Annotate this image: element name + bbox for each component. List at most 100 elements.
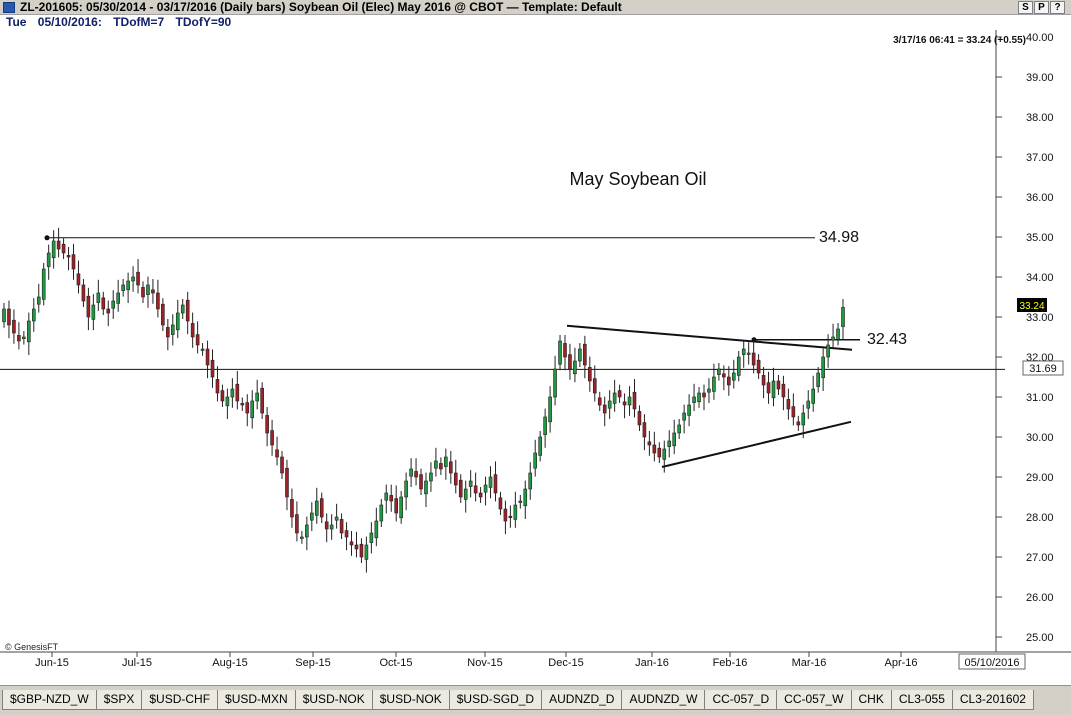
candle-body <box>806 400 811 409</box>
candle-body <box>573 360 577 375</box>
symbol-tab[interactable]: CL3-201602 <box>951 690 1034 710</box>
candle-body <box>771 380 776 399</box>
symbol-tab[interactable]: CHK <box>850 690 892 710</box>
candle-body <box>22 336 26 339</box>
candle-body <box>622 401 627 406</box>
price-chart[interactable]: 25.0026.0027.0028.0029.0030.0031.0032.00… <box>0 30 1071 685</box>
info-tdy: TDofY=90 <box>175 15 232 29</box>
candle-body <box>190 323 195 338</box>
candle-body <box>86 295 91 318</box>
y-tick-label: 34.00 <box>1026 272 1054 284</box>
symbol-tab[interactable]: $SPX <box>95 690 143 710</box>
candle-body <box>51 240 56 259</box>
candle-body <box>722 373 726 378</box>
candle-body <box>553 368 557 398</box>
help-button[interactable]: ? <box>1050 1 1065 14</box>
candle-body <box>647 441 652 446</box>
candle-body <box>741 348 746 355</box>
candle-body <box>220 390 225 402</box>
y-tick-label: 36.00 <box>1026 192 1054 204</box>
symbol-tab[interactable]: $USD-NOK <box>371 690 450 710</box>
candle-body <box>533 452 538 469</box>
candle-body <box>652 444 657 454</box>
candle-body <box>295 514 299 534</box>
candle-body <box>627 396 632 406</box>
candle-body <box>702 392 706 398</box>
x-tick-label: Apr-16 <box>884 657 917 669</box>
candle-body <box>324 521 329 530</box>
candle-body <box>488 476 493 488</box>
candle-body <box>439 463 443 470</box>
candle-body <box>314 500 319 516</box>
s-button[interactable]: S <box>1018 1 1033 14</box>
candle-body <box>319 498 324 518</box>
symbol-tab[interactable]: CC-057_D <box>704 690 778 710</box>
symbol-tab[interactable]: $USD-CHF <box>141 690 219 710</box>
x-tick-label: Sep-15 <box>295 657 330 669</box>
candle-body <box>717 368 721 375</box>
candle-body <box>285 467 289 498</box>
chart-title: May Soybean Oil <box>569 169 706 189</box>
candle-body <box>731 372 736 381</box>
x-tick-label: Feb-16 <box>713 657 748 669</box>
candle-body <box>136 271 140 286</box>
y-tick-label: 37.00 <box>1026 152 1054 164</box>
annotation-32-43: 32.43 <box>867 331 907 348</box>
candle-body <box>111 300 116 309</box>
candle-body <box>761 375 766 386</box>
candle-body <box>46 252 51 267</box>
y-tick-label: 27.00 <box>1026 552 1054 564</box>
candle-body <box>260 387 264 414</box>
candle-body <box>230 388 235 398</box>
candle-body <box>578 348 582 362</box>
x-tick-label: Jan-16 <box>635 657 669 669</box>
symbol-tab[interactable]: CL3-055 <box>890 690 953 710</box>
candle-body <box>384 492 389 501</box>
window-title: ZL-201605: 05/30/2014 - 03/17/2016 (Dail… <box>20 0 622 14</box>
candle-body <box>240 403 245 406</box>
y-tick-label: 28.00 <box>1026 512 1054 524</box>
candle-body <box>508 515 513 519</box>
candle-body <box>146 284 150 295</box>
candle-body <box>786 399 791 410</box>
candle-body <box>344 530 349 538</box>
candle-body <box>483 484 488 493</box>
candle-body <box>91 304 96 320</box>
candle-body <box>265 415 269 434</box>
symbol-tab[interactable]: $USD-SGD_D <box>448 690 543 710</box>
candle-body <box>558 340 562 365</box>
symbol-tab[interactable]: CC-057_W <box>776 690 852 710</box>
chart-background <box>0 30 1071 685</box>
candle-body <box>642 422 647 438</box>
candle-body <box>141 287 145 298</box>
candle-body <box>255 392 259 402</box>
candle-body <box>687 404 691 416</box>
symbol-tab[interactable]: $GBP-NZD_W <box>2 690 97 710</box>
symbol-tab[interactable]: $USD-MXN <box>217 690 296 710</box>
title-bar: ZL-201605: 05/30/2014 - 03/17/2016 (Dail… <box>0 0 1071 15</box>
candle-body <box>41 268 46 300</box>
symbol-tab[interactable]: AUDNZD_W <box>621 690 706 710</box>
candle-body <box>329 524 334 530</box>
candle-body <box>548 396 552 423</box>
candle-body <box>434 460 438 469</box>
candle-body <box>404 480 408 498</box>
candle-body <box>727 376 731 386</box>
candle-body <box>290 499 294 518</box>
candle-body <box>672 432 677 447</box>
candle-body <box>399 496 403 519</box>
candle-body <box>597 397 602 406</box>
candle-body <box>225 396 230 407</box>
candle-body <box>791 406 796 418</box>
p-button[interactable]: P <box>1034 1 1049 14</box>
symbol-tab[interactable]: AUDNZD_D <box>541 690 623 710</box>
candle-body <box>354 544 359 550</box>
candle-body <box>518 500 523 503</box>
candle-body <box>389 495 394 502</box>
symbol-tab[interactable]: $USD-NOK <box>294 690 373 710</box>
candle-body <box>106 308 111 314</box>
candle-body <box>612 392 617 404</box>
candle-body <box>101 297 106 310</box>
candle-body <box>707 388 711 393</box>
candle-body <box>195 334 200 346</box>
